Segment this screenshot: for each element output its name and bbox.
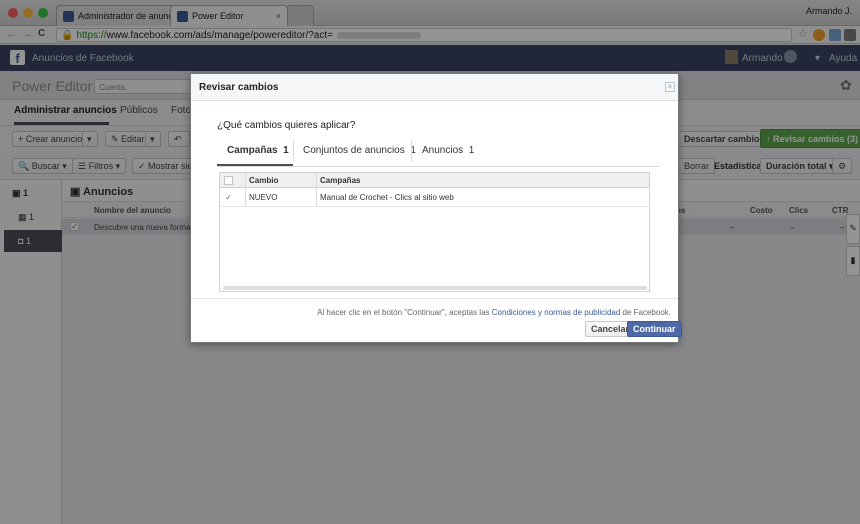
- tab-campaigns-label: Campañas: [227, 145, 278, 156]
- terms-link[interactable]: Condiciones y normas de publicidad: [492, 308, 621, 317]
- tab-ad-sets[interactable]: Conjuntos de anuncios 1: [303, 145, 416, 156]
- select-all-header: [220, 173, 245, 188]
- column-header-campaigns: Campañas: [316, 173, 649, 188]
- disclaimer-text: Al hacer clic en el botón "Continuar", a…: [317, 308, 492, 317]
- tab-ads-label: Anuncios: [422, 145, 464, 156]
- terms-disclaimer: Al hacer clic en el botón "Continuar", a…: [317, 308, 671, 317]
- footer-divider: [191, 298, 678, 299]
- tab-divider: [293, 140, 294, 162]
- dialog-header: Revisar cambios ×: [191, 74, 678, 101]
- tab-ads[interactable]: Anuncios 1: [422, 145, 474, 156]
- horizontal-scrollbar[interactable]: [223, 286, 647, 290]
- tab-campaigns-count: 1: [283, 145, 289, 156]
- column-divider: [316, 173, 317, 207]
- change-type-cell: NUEVO: [245, 188, 316, 207]
- changes-table: Cambio Campañas ✓ NUEVO Manual de Croche…: [219, 172, 650, 292]
- tab-ad-sets-label: Conjuntos de anuncios: [303, 145, 405, 156]
- continue-button[interactable]: Continuar: [627, 321, 682, 337]
- row-checkbox[interactable]: ✓: [224, 194, 233, 203]
- close-icon[interactable]: ×: [665, 82, 675, 92]
- column-header-change: Cambio: [245, 173, 316, 188]
- row-select-cell: ✓: [220, 188, 245, 207]
- campaign-name-cell: Manual de Crochet - Clics al sitio web: [316, 188, 649, 207]
- review-changes-dialog: Revisar cambios × ¿Qué cambios quieres a…: [190, 73, 682, 343]
- disclaimer-text-end: de Facebook.: [620, 308, 671, 317]
- tab-divider: [411, 140, 412, 162]
- tabs-divider: [217, 166, 660, 167]
- dialog-title: Revisar cambios: [199, 82, 279, 93]
- column-divider: [245, 173, 246, 207]
- tab-campaigns[interactable]: Campañas 1: [227, 145, 289, 156]
- select-all-checkbox[interactable]: [224, 176, 233, 185]
- active-tab-indicator: [217, 164, 293, 166]
- cancel-label: Cancelar: [591, 324, 630, 334]
- dialog-question: ¿Qué cambios quieres aplicar?: [217, 120, 356, 131]
- continue-label: Continuar: [633, 324, 676, 334]
- tab-ads-count: 1: [468, 145, 475, 156]
